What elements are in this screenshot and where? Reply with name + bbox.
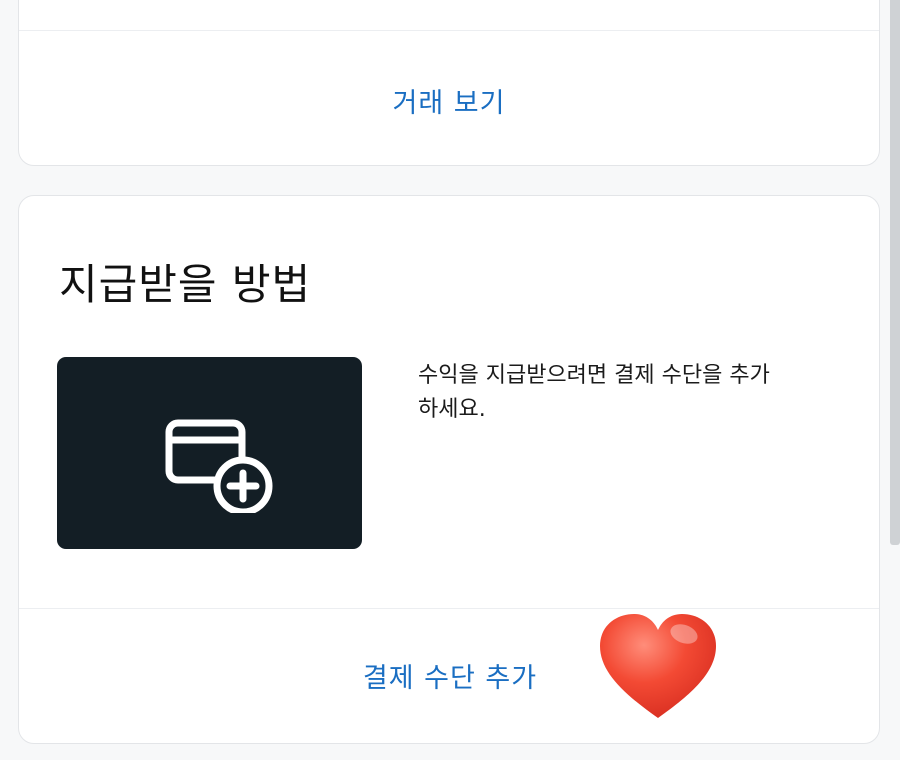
heart-icon — [600, 614, 716, 718]
card-add-icon — [165, 419, 273, 513]
view-transactions-link[interactable]: 거래 보기 — [19, 81, 879, 120]
card-title: 지급받을 방법 — [59, 260, 312, 309]
add-payment-method-button[interactable]: 결제 수단 추가 — [19, 656, 881, 695]
divider — [19, 30, 879, 31]
scrollbar[interactable] — [890, 0, 900, 545]
divider — [19, 608, 879, 609]
earnings-card: 거래 보기 — [18, 0, 880, 166]
payout-description: 수익을 지급받으려면 결제 수단을 추가하세요. — [418, 363, 770, 422]
payment-method-tile — [57, 357, 362, 549]
payout-method-card: 지급받을 방법 수익을 지급받으려면 결제 수단을 추가하세요. 결제 수단 추… — [18, 195, 880, 744]
